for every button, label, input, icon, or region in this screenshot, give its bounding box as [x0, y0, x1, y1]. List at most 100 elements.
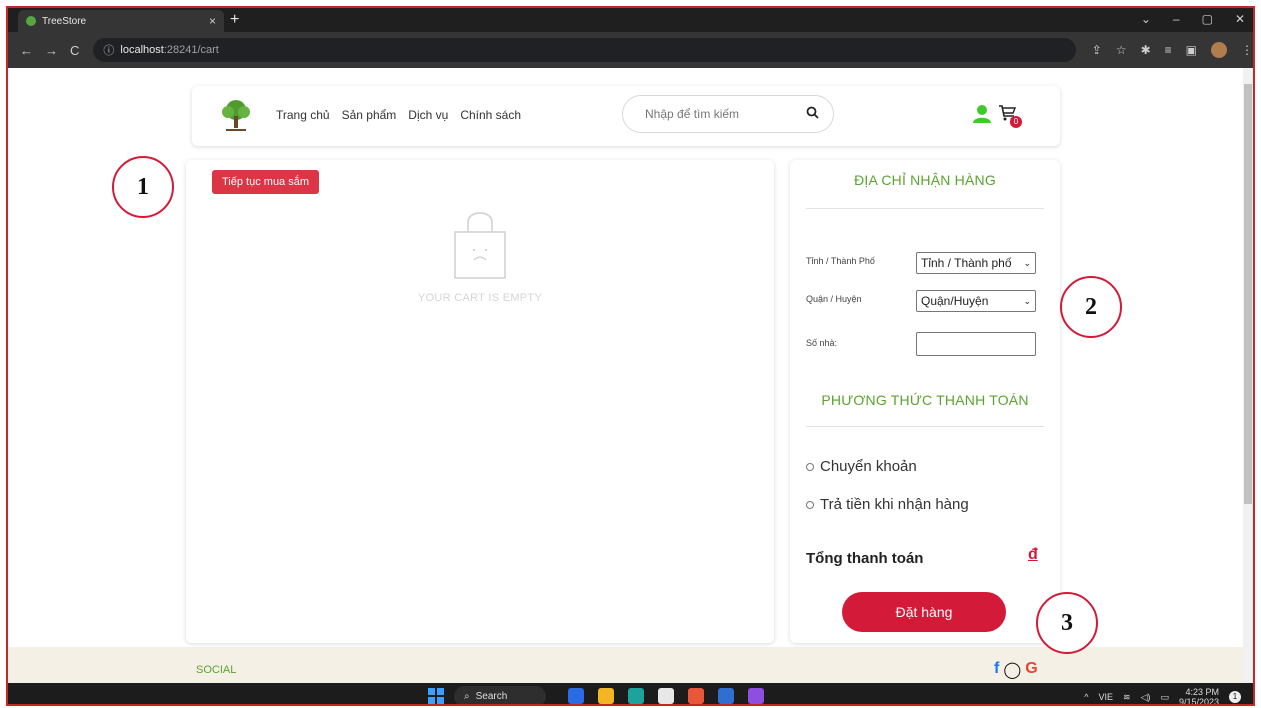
social-heading: SOCIAL [196, 664, 237, 676]
district-value: Quận/Huyện [921, 294, 989, 308]
continue-shopping-button[interactable]: Tiếp tục mua sắm [212, 170, 320, 194]
chevron-up-icon[interactable]: ^ [1084, 692, 1088, 702]
province-select[interactable]: Tỉnh / Thành phố ⌄ [916, 252, 1036, 274]
system-tray: ^ VIE ≋ ◁) ▭ 4:23 PM 9/15/2023 1 [1084, 687, 1241, 706]
payment-option-cod[interactable]: Trả tiền khi nhận hàng [806, 496, 969, 513]
province-value: Tỉnh / Thành phố [921, 256, 1012, 270]
language-indicator[interactable]: VIE [1098, 692, 1113, 702]
menu-kebab-icon[interactable]: ⋮ [1241, 43, 1253, 57]
divider [806, 208, 1044, 209]
tab-list-icon[interactable]: ⌄ [1141, 12, 1151, 26]
edge-icon[interactable] [628, 688, 644, 704]
radio-icon[interactable] [806, 462, 814, 471]
chevron-down-icon: ⌄ [1023, 258, 1031, 268]
page-viewport: Trang chủ Sản phẩm Dịch vụ Chính sách Nh… [8, 68, 1247, 683]
google-icon[interactable]: G [1025, 660, 1037, 680]
province-label: Tỉnh / Thành Phố [806, 256, 875, 266]
menu-item-products[interactable]: Sản phẩm [342, 108, 397, 122]
annotation-marker-2: 2 [1060, 276, 1122, 338]
taskbar-search-label: Search [475, 691, 508, 702]
search-placeholder: Nhập để tìm kiếm [645, 107, 740, 121]
scrollbar-thumb[interactable] [1244, 84, 1252, 504]
tree-logo-icon[interactable] [218, 98, 254, 134]
new-tab-icon[interactable]: + [230, 11, 239, 29]
user-icon[interactable] [972, 104, 992, 124]
search-icon: ⌕ [464, 691, 470, 702]
radio-icon[interactable] [806, 500, 814, 509]
empty-cart-message: YOUR CART IS EMPTY [417, 292, 543, 304]
browser-toolbar: ⇪ ☆ ✱ ≡ ▣ ⋮ [1092, 42, 1253, 58]
menu-item-policy[interactable]: Chính sách [460, 108, 521, 122]
divider [806, 426, 1044, 427]
browser-tab[interactable]: TreeStore × [18, 10, 224, 32]
place-order-button[interactable]: Đặt hàng [842, 592, 1006, 632]
window-controls: ⌄ – ▢ ✕ [1141, 12, 1245, 26]
github-icon[interactable]: ◯ [1003, 660, 1021, 680]
clock[interactable]: 4:23 PM 9/15/2023 [1178, 687, 1219, 706]
store-icon[interactable] [658, 688, 674, 704]
url-field[interactable]: ⓘ localhost:28241/cart [93, 38, 1076, 62]
payment-title: PHƯƠNG THỨC THANH TOÁN [821, 392, 1029, 408]
close-window-icon[interactable]: ✕ [1235, 12, 1245, 26]
back-icon[interactable]: ← [20, 43, 33, 58]
checkout-panel: ĐỊA CHỈ NHẬN HÀNG Tỉnh / Thành Phố Tỉnh … [790, 160, 1060, 643]
forward-icon[interactable]: → [45, 43, 58, 58]
payment-option-transfer[interactable]: Chuyển khoản [806, 458, 917, 475]
chrome-icon[interactable] [688, 688, 704, 704]
extensions-icon[interactable]: ✱ [1141, 43, 1151, 57]
search-icon[interactable] [806, 106, 819, 122]
reading-list-icon[interactable]: ≡ [1165, 43, 1172, 57]
clock-date: 9/15/2023 [1178, 697, 1219, 706]
search-input[interactable]: Nhập để tìm kiếm [622, 95, 834, 133]
total-value: đ [1028, 546, 1038, 563]
cart-count-badge: 0 [1010, 116, 1022, 128]
url-path: :28241/cart [163, 44, 219, 56]
wifi-icon[interactable]: ≋ [1123, 692, 1131, 703]
file-explorer-icon[interactable] [598, 688, 614, 704]
tab-close-icon[interactable]: × [209, 14, 216, 28]
battery-icon[interactable]: ▭ [1160, 692, 1169, 703]
screenshot-frame: TreeStore × + ⌄ – ▢ ✕ ← → C ⓘ localhost:… [6, 6, 1255, 706]
address-label: Số nhà: [806, 338, 838, 348]
visual-studio-icon[interactable] [748, 688, 764, 704]
profile-avatar[interactable] [1211, 42, 1227, 58]
cart-panel: Tiếp tục mua sắm YOUR CART IS EMPTY [186, 160, 774, 643]
payment-option-label: Chuyển khoản [820, 458, 917, 475]
payment-option-label: Trả tiền khi nhận hàng [820, 496, 969, 513]
facebook-icon[interactable]: f [994, 660, 999, 680]
main-menu: Trang chủ Sản phẩm Dịch vụ Chính sách [276, 108, 521, 122]
notification-badge[interactable]: 1 [1229, 691, 1241, 703]
info-icon[interactable]: ⓘ [103, 42, 114, 58]
tree-favicon-icon [26, 16, 36, 26]
tab-title: TreeStore [42, 15, 87, 27]
annotation-marker-3: 3 [1036, 592, 1098, 654]
reload-icon[interactable]: C [70, 43, 79, 58]
house-number-input[interactable] [916, 332, 1036, 356]
browser-tab-bar: TreeStore × + ⌄ – ▢ ✕ [8, 8, 1253, 32]
empty-bag-icon [454, 212, 506, 279]
menu-item-services[interactable]: Dịch vụ [408, 108, 448, 122]
site-navbar: Trang chủ Sản phẩm Dịch vụ Chính sách Nh… [192, 86, 1060, 146]
volume-icon[interactable]: ◁) [1141, 692, 1151, 703]
star-icon[interactable]: ☆ [1116, 43, 1127, 57]
district-label: Quận / Huyện [806, 294, 862, 304]
page-scrollbar[interactable] [1243, 68, 1253, 683]
word-icon[interactable] [718, 688, 734, 704]
district-select[interactable]: Quận/Huyện ⌄ [916, 290, 1036, 312]
taskbar-search[interactable]: ⌕ Search [454, 686, 546, 704]
os-taskbar: ⌕ Search ^ VIE ≋ ◁) ▭ 4:23 PM 9/15/2023 … [8, 683, 1253, 706]
social-icons: f ◯ G [994, 660, 1038, 680]
total-label: Tổng thanh toán [806, 550, 924, 567]
shipping-title: ĐỊA CHỈ NHẬN HÀNG [854, 172, 996, 188]
restore-icon[interactable]: ▢ [1202, 12, 1213, 26]
share-icon[interactable]: ⇪ [1092, 43, 1102, 57]
bing-app-icon[interactable] [568, 688, 584, 704]
address-bar-row: ← → C ⓘ localhost:28241/cart ⇪ ☆ ✱ ≡ ▣ ⋮ [8, 32, 1253, 68]
minimize-icon[interactable]: – [1173, 12, 1180, 26]
annotation-marker-1: 1 [112, 156, 174, 218]
windows-start-icon[interactable] [428, 688, 444, 704]
clock-time: 4:23 PM [1185, 687, 1219, 697]
side-panel-icon[interactable]: ▣ [1186, 43, 1197, 57]
menu-item-home[interactable]: Trang chủ [276, 108, 330, 122]
taskbar-apps [568, 688, 764, 704]
